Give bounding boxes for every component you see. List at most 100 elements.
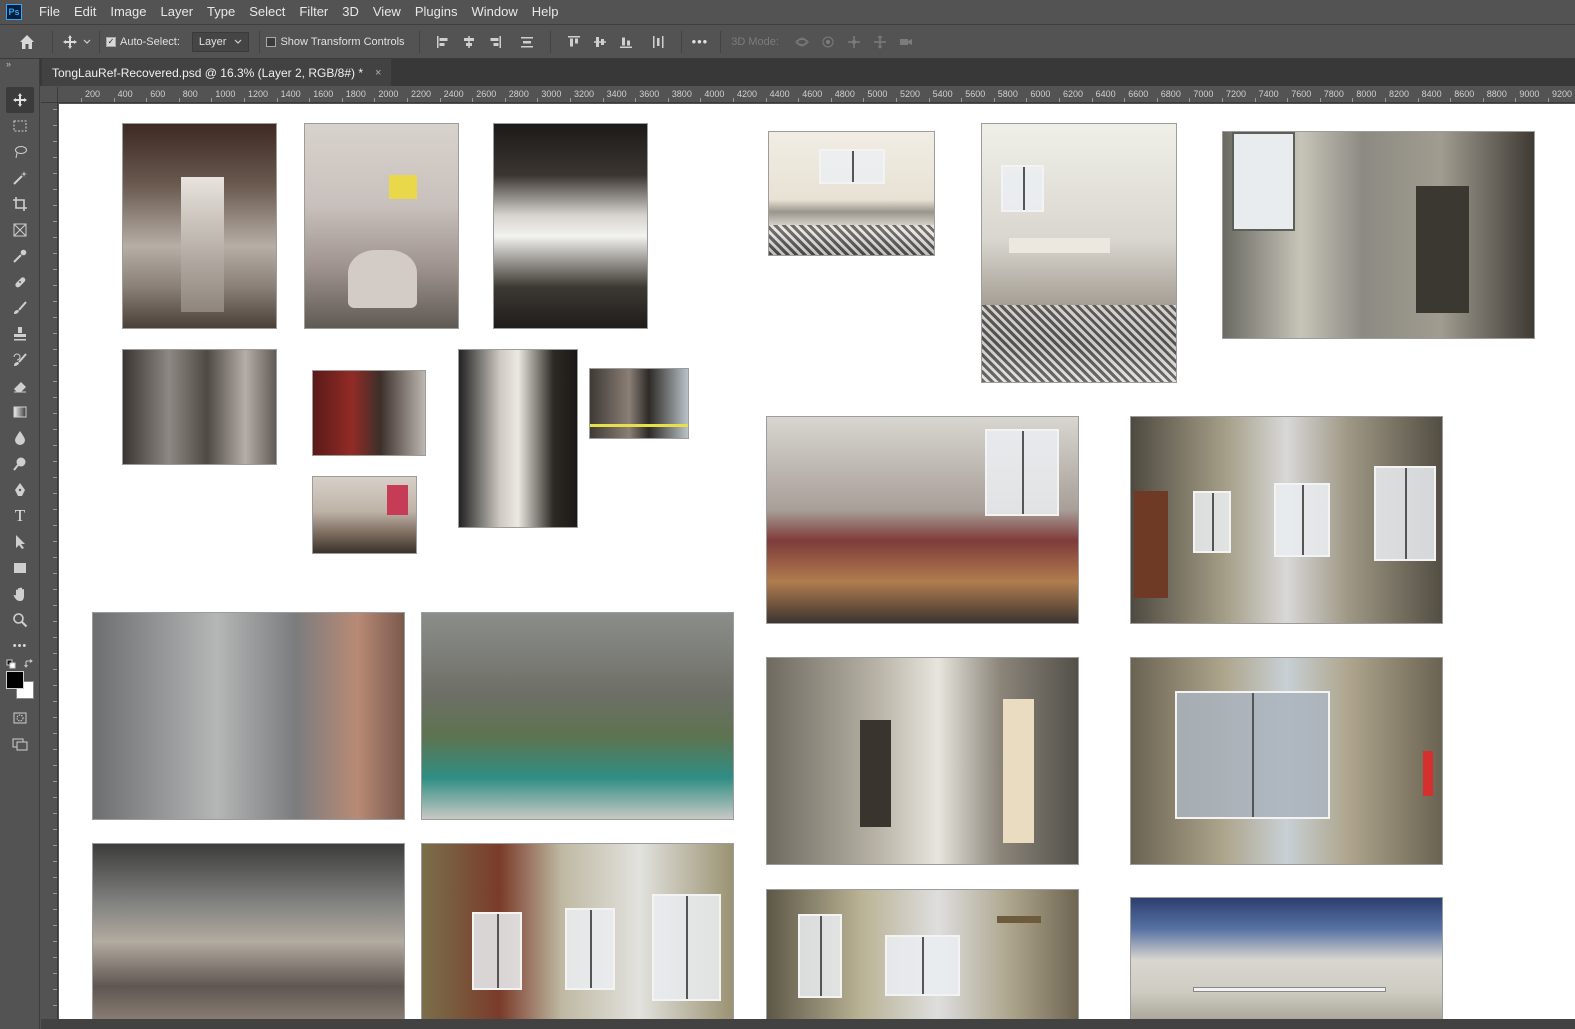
- auto-select-target-dropdown[interactable]: Layer: [191, 31, 250, 52]
- photo-red-door-room[interactable]: [421, 843, 734, 1019]
- photo-building-facade[interactable]: [92, 612, 405, 820]
- menu-help[interactable]: Help: [525, 0, 566, 24]
- document-title: TongLauRef-Recovered.psd @ 16.3% (Layer …: [52, 65, 364, 80]
- swap-colors-icon[interactable]: [24, 659, 34, 669]
- rectangle-tool-icon[interactable]: [6, 555, 34, 581]
- menu-filter[interactable]: Filter: [292, 0, 335, 24]
- photo-narrow-stair[interactable]: [458, 349, 578, 528]
- align-top-edges-icon[interactable]: [561, 31, 587, 53]
- ruler-origin[interactable]: [41, 87, 58, 103]
- menu-select[interactable]: Select: [242, 0, 292, 24]
- divider: [720, 30, 722, 53]
- move-tool-preset-icon[interactable]: [59, 31, 81, 53]
- show-transform-controls-checkbox[interactable]: [266, 36, 277, 47]
- 3d-slide-icon[interactable]: [867, 31, 893, 53]
- screen-mode-icon[interactable]: [6, 731, 34, 757]
- ruler-tick: [53, 845, 57, 846]
- menu-image[interactable]: Image: [103, 0, 153, 24]
- menu-edit[interactable]: Edit: [67, 0, 103, 24]
- photo-alley[interactable]: [589, 368, 689, 439]
- photo-empty-room-tiles[interactable]: [768, 131, 935, 256]
- ruler-tick: [53, 797, 57, 798]
- photo-mailboxes[interactable]: [122, 349, 277, 465]
- distribute-horizontal-icon[interactable]: [645, 31, 671, 53]
- photoshop-logo-icon[interactable]: Ps: [6, 4, 22, 20]
- brush-tool-icon[interactable]: [6, 295, 34, 321]
- menu-layer[interactable]: Layer: [154, 0, 201, 24]
- distribute-vertical-icon[interactable]: [514, 31, 540, 53]
- path-selection-tool-icon[interactable]: [6, 529, 34, 555]
- photo-stair-signs[interactable]: [312, 476, 417, 554]
- menu-file[interactable]: File: [32, 0, 67, 24]
- blur-tool-icon[interactable]: [6, 425, 34, 451]
- horizontal-ruler[interactable]: 200 400 600 800 1000 1200 1400 1600 1800 2000 2200…: [58, 87, 1575, 103]
- menu-plugins[interactable]: Plugins: [408, 0, 465, 24]
- ruler-tick: [53, 813, 57, 814]
- photo-shelf-room[interactable]: [766, 889, 1079, 1019]
- gradient-tool-icon[interactable]: [6, 399, 34, 425]
- menu-window[interactable]: Window: [464, 0, 524, 24]
- 3d-camera-icon[interactable]: [893, 31, 919, 53]
- photo-rooftop[interactable]: [92, 843, 405, 1019]
- document-canvas[interactable]: [59, 104, 1575, 1019]
- crop-tool-icon[interactable]: [6, 191, 34, 217]
- more-tools-icon[interactable]: •••: [6, 633, 34, 659]
- zoom-tool-icon[interactable]: [6, 607, 34, 633]
- photo-red-stair[interactable]: [312, 370, 426, 456]
- foreground-color-swatch[interactable]: [6, 671, 24, 689]
- 3d-roll-icon[interactable]: [815, 31, 841, 53]
- 3d-mode-label: 3D Mode:: [731, 35, 779, 48]
- dodge-tool-icon[interactable]: [6, 451, 34, 477]
- quick-mask-icon[interactable]: [6, 705, 34, 731]
- ruler-tick: [53, 349, 57, 350]
- hand-tool-icon[interactable]: [6, 581, 34, 607]
- move-tool-icon[interactable]: [6, 87, 34, 113]
- frame-tool-icon[interactable]: [6, 217, 34, 243]
- clone-stamp-tool-icon[interactable]: [6, 321, 34, 347]
- eyedropper-tool-icon[interactable]: [6, 243, 34, 269]
- photo-hallway-trash[interactable]: [304, 123, 459, 329]
- ruler-tick: [53, 125, 57, 126]
- align-horizontal-centers-icon[interactable]: [456, 31, 482, 53]
- collapse-panel-icon[interactable]: »: [0, 59, 39, 71]
- photo-courtyard-debris[interactable]: [421, 612, 734, 820]
- eraser-tool-icon[interactable]: [6, 373, 34, 399]
- photo-stairwell-light[interactable]: [493, 123, 648, 329]
- menu-view[interactable]: View: [366, 0, 408, 24]
- photo-windows-room[interactable]: [1130, 416, 1443, 624]
- marquee-tool-icon[interactable]: [6, 113, 34, 139]
- 3d-pan-icon[interactable]: [841, 31, 867, 53]
- healing-brush-tool-icon[interactable]: [6, 269, 34, 295]
- history-brush-tool-icon[interactable]: [6, 347, 34, 373]
- more-options-button[interactable]: •••: [692, 34, 709, 49]
- align-left-edges-icon[interactable]: [430, 31, 456, 53]
- ruler-tick: [113, 98, 115, 102]
- photo-stairwell-entrance[interactable]: [122, 123, 277, 329]
- photo-peeling-wall[interactable]: [1130, 897, 1443, 1019]
- 3d-orbit-icon[interactable]: [789, 31, 815, 53]
- ruler-label: 5200: [900, 89, 921, 99]
- pen-tool-icon[interactable]: [6, 477, 34, 503]
- auto-select-checkbox[interactable]: ✓: [106, 36, 116, 47]
- vertical-ruler[interactable]: [41, 103, 58, 1019]
- align-vertical-centers-icon[interactable]: [587, 31, 613, 53]
- divider: [52, 30, 53, 53]
- home-icon[interactable]: [16, 31, 38, 53]
- ruler-label: 3000: [541, 89, 562, 99]
- align-bottom-edges-icon[interactable]: [613, 31, 639, 53]
- menu-3d[interactable]: 3D: [335, 0, 366, 24]
- photo-bunk-bed[interactable]: [766, 416, 1079, 624]
- chevron-down-icon[interactable]: [81, 31, 93, 53]
- photo-cracked-room[interactable]: [1222, 131, 1535, 339]
- photo-window-view[interactable]: [1130, 657, 1443, 865]
- close-icon[interactable]: ×: [375, 67, 381, 79]
- menu-type[interactable]: Type: [200, 0, 242, 24]
- type-tool-icon[interactable]: T: [6, 503, 34, 529]
- document-tab[interactable]: TongLauRef-Recovered.psd @ 16.3% (Layer …: [42, 59, 392, 86]
- align-right-edges-icon[interactable]: [482, 31, 508, 53]
- default-colors-icon[interactable]: [6, 659, 16, 669]
- magic-wand-tool-icon[interactable]: [6, 165, 34, 191]
- photo-open-doors[interactable]: [766, 657, 1079, 865]
- lasso-tool-icon[interactable]: [6, 139, 34, 165]
- photo-kitchen-room[interactable]: [981, 123, 1177, 383]
